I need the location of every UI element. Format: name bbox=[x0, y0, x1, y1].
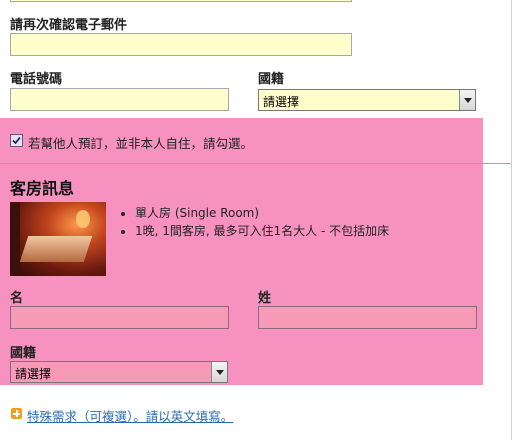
room-info-title: 客房訊息 bbox=[10, 179, 75, 198]
nationality-select[interactable]: 請選擇 bbox=[258, 89, 476, 111]
phone-field[interactable] bbox=[10, 88, 229, 111]
guest-nationality-selected-value: 請選擇 bbox=[15, 367, 52, 381]
panel-right-border bbox=[511, 0, 512, 440]
room-type-item: 單人房 (Single Room) bbox=[135, 204, 389, 222]
room-occupancy-item: 1晚, 1間客房, 最多可入住1名大人 - 不包括加床 bbox=[135, 222, 389, 240]
email-field-partial[interactable] bbox=[10, 0, 352, 2]
guest-nationality-label: 國籍 bbox=[10, 346, 37, 361]
first-name-label: 名 bbox=[10, 291, 24, 306]
last-name-field[interactable] bbox=[258, 306, 477, 329]
chevron-down-icon[interactable] bbox=[459, 90, 475, 110]
first-name-field[interactable] bbox=[10, 306, 229, 329]
last-name-label: 姓 bbox=[258, 291, 272, 306]
plus-icon[interactable] bbox=[11, 408, 22, 419]
chevron-down-icon[interactable] bbox=[211, 362, 227, 382]
checkmark-icon bbox=[12, 136, 21, 145]
booking-for-other-checkbox[interactable] bbox=[10, 134, 23, 147]
nationality-label: 國籍 bbox=[258, 72, 285, 87]
room-photo bbox=[10, 202, 106, 276]
confirm-email-field[interactable] bbox=[10, 33, 352, 56]
confirm-email-label: 請再次確認電子郵件 bbox=[10, 18, 128, 33]
section-divider bbox=[0, 163, 511, 164]
phone-label: 電話號碼 bbox=[10, 72, 63, 87]
booking-for-other-label: 若幫他人預訂，並非本人自住，請勾選。 bbox=[28, 136, 254, 151]
special-request-link[interactable]: 特殊需求（可複選）。請以英文填寫。 bbox=[27, 406, 233, 425]
nationality-selected-value: 請選擇 bbox=[263, 95, 300, 109]
guest-nationality-select[interactable]: 請選擇 bbox=[10, 361, 228, 383]
room-details-list: 單人房 (Single Room) 1晚, 1間客房, 最多可入住1名大人 - … bbox=[105, 204, 389, 240]
